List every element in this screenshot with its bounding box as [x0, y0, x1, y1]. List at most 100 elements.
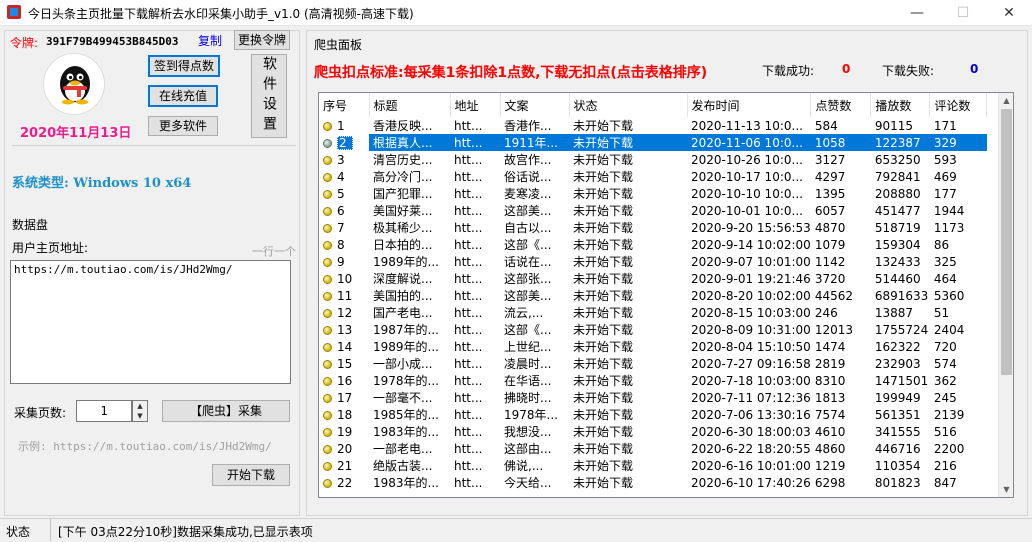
table-row[interactable]: 6 美国好莱... htt... 这部美... 未开始下载 2020-10-01 10:0… [319, 202, 987, 219]
table-cell: 847 [933, 475, 957, 490]
scroll-up-icon[interactable]: ▲ [999, 93, 1014, 108]
table-row[interactable]: 4 高分冷门... htt... 俗话说... 未开始下载 2020-10-17 10:0… [319, 168, 987, 185]
row-index: 18 [337, 407, 353, 422]
more-software-button[interactable]: 更多软件 [148, 116, 218, 136]
table-cell: 2404 [933, 322, 965, 337]
scrollbar-thumb[interactable] [1001, 109, 1012, 375]
table-cell: 香港作... [504, 119, 552, 133]
table-cell: 584 [814, 118, 838, 133]
table-row[interactable]: 1 香港反映... htt... 香港作... 未开始下载 2020-11-13 10:0… [319, 117, 987, 134]
table-cell: 325 [933, 254, 957, 269]
close-button[interactable]: ✕ [986, 0, 1032, 26]
column-header[interactable]: 文案 [500, 93, 570, 117]
table-row[interactable]: 5 国产犯罪... htt... 麦寒凌... 未开始下载 2020-10-10 10:0… [319, 185, 987, 202]
table-cell: 2020-6-16 10:01:00 [691, 458, 811, 473]
table-cell: 208880 [874, 186, 921, 201]
table-cell: 159304 [874, 237, 921, 252]
table-row[interactable]: 2 根据真人... htt... 1911年... 未开始下载 2020-11-06 10… [319, 134, 987, 151]
table-header[interactable]: 序号 标题 地址 文案 状态 发布时间 点赞数 播放数 评论数 [319, 93, 988, 117]
table-row[interactable]: 16 1978年的... htt... 在华语... 未开始下载 2020-7-18 10… [319, 372, 987, 389]
fail-count: 0 [970, 62, 979, 76]
table-cell: 12013 [814, 322, 853, 337]
table-cell: 216 [933, 458, 957, 473]
copy-token-link[interactable]: 复制 [198, 32, 222, 49]
table-cell: 10 [319, 270, 369, 287]
column-header[interactable]: 播放数 [870, 93, 931, 117]
pages-spinner[interactable]: ▲ ▼ [132, 400, 148, 422]
results-table[interactable]: 序号 标题 地址 文案 状态 发布时间 点赞数 播放数 评论数 1 香港反映... htt... 香港… [318, 92, 1014, 498]
table-cell: 未开始下载 [573, 391, 634, 405]
table-row[interactable]: 11 美国拍的... htt... 这部美... 未开始下载 2020-8-20 10:0… [319, 287, 987, 304]
table-row[interactable]: 10 深度解说... htt... 这部张... 未开始下载 2020-9-01 19:2… [319, 270, 987, 287]
spin-down-icon[interactable]: ▼ [133, 411, 147, 421]
penguin-icon [60, 66, 90, 105]
start-download-button[interactable]: 开始下载 [212, 464, 290, 486]
column-header[interactable]: 评论数 [929, 93, 988, 117]
table-cell: 6057 [814, 203, 846, 218]
table-row[interactable]: 19 1983年的... htt... 我想没... 未开始下载 2020-6-30 18… [319, 423, 987, 440]
column-header[interactable]: 序号 [319, 93, 370, 117]
table-cell: 2020-8-09 10:31:00 [691, 322, 811, 337]
column-header[interactable]: 点赞数 [810, 93, 872, 117]
recharge-button[interactable]: 在线充值 [148, 85, 218, 107]
status-dot-icon [323, 308, 332, 318]
example-hint: 示例: https://m.toutiao.com/is/JHd2Wmg/ [18, 440, 272, 453]
table-cell: htt... [450, 134, 500, 151]
row-index: 10 [337, 271, 353, 286]
table-cell: 20 [319, 440, 369, 457]
table-row[interactable]: 8 日本拍的... htt... 这部《... 未开始下载 2020-9-14 10:02… [319, 236, 987, 253]
column-header[interactable]: 标题 [369, 93, 451, 117]
pages-label: 采集页数: [14, 406, 67, 420]
status-dot-icon [323, 172, 332, 182]
table-cell: 未开始下载 [573, 272, 634, 286]
table-row[interactable]: 9 1989年的... htt... 话说在... 未开始下载 2020-9-07 10:… [319, 253, 987, 270]
table-row[interactable]: 22 1983年的... htt... 今天给... 未开始下载 2020-6-10 17… [319, 474, 987, 491]
table-row[interactable]: 7 极其稀少... htt... 自古以... 未开始下载 2020-9-20 15:56… [319, 219, 987, 236]
software-settings-button[interactable]: 软件设置 [251, 54, 287, 138]
table-cell: 469 [933, 169, 957, 184]
table-row[interactable]: 18 1985年的... htt... 1978年... 未开始下载 2020-7-06 … [319, 406, 987, 423]
user-url-textarea[interactable]: https://m.toutiao.com/is/JHd2Wmg/ [10, 260, 291, 384]
row-index: 13 [337, 322, 353, 337]
table-cell: 1474 [814, 339, 846, 354]
status-dot-icon [323, 478, 332, 488]
pages-input[interactable]: 1 [76, 400, 132, 422]
table-row[interactable]: 21 绝版古装... htt... 佛说,... 未开始下载 2020-6-16 10:0… [319, 457, 987, 474]
table-row[interactable]: 14 1989年的... htt... 上世纪... 未开始下载 2020-8-04 15… [319, 338, 987, 355]
table-cell: 1978年... [504, 408, 558, 422]
table-row[interactable]: 20 一部老电... htt... 这部由... 未开始下载 2020-6-22 18:2… [319, 440, 987, 457]
table-cell: 国产犯罪... [373, 187, 433, 201]
signin-button[interactable]: 签到得点数 [148, 55, 220, 77]
table-cell: htt... [454, 339, 483, 354]
table-row[interactable]: 13 1987年的... htt... 这部《... 未开始下载 2020-8-09 10… [319, 321, 987, 338]
table-row[interactable]: 15 一部小成... htt... 凌晨时... 未开始下载 2020-7-27 09:1… [319, 355, 987, 372]
column-header[interactable]: 发布时间 [687, 93, 812, 117]
scroll-down-icon[interactable]: ▼ [999, 482, 1014, 497]
table-row[interactable]: 3 清宫历史... htt... 故宫作... 未开始下载 2020-10-26 10:0… [319, 151, 987, 168]
table-scrollbar[interactable]: ▲ ▼ [998, 93, 1013, 497]
table-cell: 451477 [874, 203, 921, 218]
change-token-button[interactable]: 更换令牌 [234, 30, 290, 50]
spin-up-icon[interactable]: ▲ [133, 401, 147, 411]
table-cell: 1058 [810, 134, 871, 151]
crawl-button[interactable]: 【爬虫】采集 [162, 400, 290, 422]
table-cell: 话说在... [504, 255, 552, 269]
table-row[interactable]: 17 一部毫不... htt... 拂晓时... 未开始下载 2020-7-11 07:1… [319, 389, 987, 406]
table-cell: 2020-9-07 10:01:00 [691, 254, 811, 269]
column-header[interactable]: 地址 [450, 93, 501, 117]
maximize-button[interactable]: ☐ [940, 0, 986, 26]
table-cell: 深度解说... [373, 272, 433, 286]
table-cell: 1 [319, 117, 369, 134]
user-url-label: 用户主页地址: [12, 241, 89, 255]
table-cell: 132433 [874, 254, 921, 269]
table-cell: 21 [319, 457, 369, 474]
table-cell: 1813 [814, 390, 846, 405]
column-header[interactable]: 状态 [569, 93, 688, 117]
table-cell: 未开始下载 [573, 442, 634, 456]
table-cell: 未开始下载 [573, 374, 634, 388]
table-cell: 8 [319, 236, 369, 253]
table-row[interactable]: 12 国产老电... htt... 流云,... 未开始下载 2020-8-15 10:0… [319, 304, 987, 321]
minimize-button[interactable]: — [894, 0, 940, 26]
table-cell: 国产老电... [373, 306, 433, 320]
status-dot-icon [323, 189, 332, 199]
